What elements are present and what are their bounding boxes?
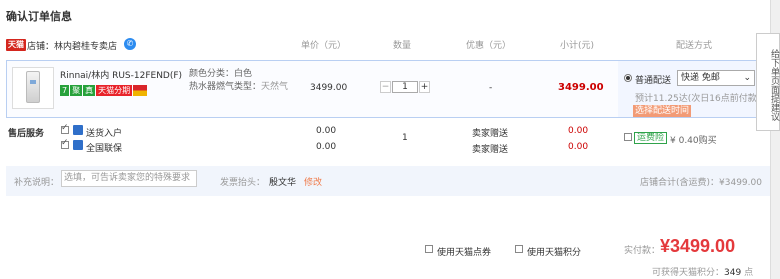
shipping-insurance-checkbox[interactable] <box>624 133 632 141</box>
points-unit: 点 <box>744 268 754 278</box>
service-checkbox-delivery[interactable] <box>61 123 69 134</box>
service-subtotal: 0.00 <box>568 142 589 152</box>
item-subtotal: 3499.00 <box>558 82 604 93</box>
qty-input[interactable]: 1 <box>392 81 418 93</box>
wangwang-chat-icon[interactable]: ✆ <box>124 38 136 50</box>
header-price: 单价（元） <box>301 41 347 51</box>
header-shipping: 配送方式 <box>676 41 713 51</box>
delivery-eta: 预计11.25达(次日16点前付款 <box>635 94 757 104</box>
points-value: 349 <box>724 268 742 278</box>
unit-price: 3499.00 <box>310 83 348 93</box>
service-gift-label: 卖家赠送 <box>472 129 509 139</box>
service-label-delivery: 送货入户 <box>86 129 123 139</box>
service-qty: 1 <box>402 133 408 143</box>
shipping-insurance-price: ¥ 0.40购买 <box>670 136 717 146</box>
use-coupon-label: 使用天猫点券 <box>437 248 492 258</box>
shipping-insurance-tag: 运费险 <box>634 132 668 144</box>
quantity-stepper[interactable]: −1 + <box>380 81 430 94</box>
tmall-badge: 天猫 <box>6 39 26 51</box>
product-tags: 7 聚真天猫分期 <box>60 85 148 97</box>
service-label-warranty: 全国联保 <box>86 144 123 154</box>
qty-minus-button[interactable]: − <box>380 81 391 93</box>
tag-genuine-icon: 真 <box>83 85 96 96</box>
discount-value: - <box>489 83 493 93</box>
points-label: 可获得天猫积分： <box>652 268 725 278</box>
invoice-name: 殷文华 <box>269 178 297 188</box>
remark-input[interactable]: 选填，可告诉卖家您的特殊要求 <box>61 170 197 187</box>
service-checkbox-warranty[interactable] <box>61 138 69 149</box>
service-price: 0.00 <box>316 142 337 152</box>
service-subtotal: 0.00 <box>568 126 589 136</box>
flag-icon <box>133 85 148 96</box>
qty-plus-button[interactable]: + <box>419 81 430 93</box>
header-subtotal: 小计(元) <box>560 41 595 51</box>
product-name-link[interactable]: Rinnai/林内 RUS-12FEND(F)... <box>60 68 182 81</box>
sku-color: 颜色分类：白色 <box>189 69 253 79</box>
sku-gas-value: 天然气 <box>261 82 289 92</box>
store-total: 店铺合计(含运费)：¥3499.00 <box>640 178 762 188</box>
shipping-selected-value: 快递 免邮 <box>681 73 720 83</box>
warranty-service-icon <box>73 140 83 150</box>
payable-amount: ¥3499.00 <box>660 236 736 256</box>
page-title: 确认订单信息 <box>6 10 72 23</box>
shipping-select[interactable]: 快递 免邮 ⌄ <box>677 70 755 86</box>
feedback-button[interactable]: 给下单页面提建议 <box>756 33 780 131</box>
use-points-checkbox[interactable] <box>515 245 523 253</box>
use-coupon-checkbox[interactable] <box>425 245 433 253</box>
choose-delivery-time-button[interactable]: 选择配送时间 <box>633 105 692 117</box>
shipping-option-label: 普通配送 <box>635 76 672 86</box>
invoice-edit-link[interactable]: 修改 <box>304 175 322 188</box>
tag-installment-icon: 天猫分期 <box>96 85 133 96</box>
service-gift-label: 卖家赠送 <box>472 145 509 155</box>
after-sale-service-title: 售后服务 <box>8 129 45 139</box>
points-info: 可获得天猫积分：349 点 <box>652 265 753 278</box>
tag-seven-day-icon: 7 <box>60 85 70 96</box>
header-discount: 优惠（元） <box>466 41 512 51</box>
payable-label: 实付款： <box>624 246 661 256</box>
header-qty: 数量 <box>393 41 412 51</box>
sku-info: 颜色分类：白色 热水器燃气类型：天然气 <box>189 68 288 94</box>
invoice-label: 发票抬头： <box>220 178 266 188</box>
service-price: 0.00 <box>316 126 337 136</box>
shop-name-link[interactable]: 店铺：林内碧桂专卖店 <box>27 39 117 52</box>
chevron-down-icon: ⌄ <box>743 73 751 83</box>
tag-ju-icon: 聚 <box>70 85 83 96</box>
use-points-label: 使用天猫积分 <box>527 248 582 258</box>
delivery-service-icon <box>73 125 83 135</box>
shipping-radio[interactable] <box>624 74 632 82</box>
water-heater-image <box>26 71 40 103</box>
remark-label: 补充说明： <box>14 178 60 188</box>
sku-gas-label: 热水器燃气类型： <box>189 82 262 92</box>
